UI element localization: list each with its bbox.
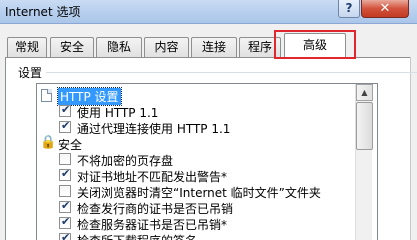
tree-item-proxy-http11[interactable]: ✔ 通过代理连接使用 HTTP 1.1 [37,119,357,136]
tab-general[interactable]: 常规 [7,37,47,57]
vertical-scrollbar[interactable]: ▲ [355,84,373,240]
checkbox-publisher-revocation[interactable]: ✔ [59,199,71,213]
check-icon: ✔ [61,119,71,132]
checkbox-cert-mismatch[interactable]: ✔ [59,167,71,181]
checkbox-use-http11[interactable]: ✔ [59,103,71,117]
tree-category-http[interactable]: HTTP 设置 [37,87,357,106]
tab-security[interactable]: 安全 [50,37,94,57]
tree-item-publisher-revocation[interactable]: ✔ 检查发行商的证书是否已吊销 [37,199,357,216]
settings-tree[interactable]: HTTP 设置 ✔ 使用 HTTP 1.1 ✔ 通过代理连接使用 HTTP 1.… [36,83,378,240]
page-icon [41,89,52,102]
tab-privacy[interactable]: 隐私 [96,37,142,57]
check-icon: ✔ [61,103,71,116]
tab-connections[interactable]: 连接 [191,37,237,57]
check-icon: ✔ [61,199,71,212]
help-button[interactable]: ? [338,0,360,18]
title-bar: Internet 选项 ? ✕ [0,0,417,24]
check-icon: ✔ [61,231,71,240]
checkbox-server-revocation[interactable]: ✔ [59,215,71,229]
tree-item-clear-temp-files[interactable]: 关闭浏览器时清空“Internet 临时文件”文件夹 [37,183,357,200]
scroll-thumb[interactable] [356,102,373,150]
window-title: Internet 选项 [5,5,81,19]
checkbox-clear-temp-files[interactable] [59,185,71,197]
check-icon: ✔ [61,215,71,228]
dialog-edge [410,57,417,240]
group-divider [46,72,417,73]
check-icon: ✔ [61,167,71,180]
checkbox-no-save-encrypted[interactable] [59,153,71,165]
lock-icon: 🔒 [40,135,57,150]
tree-item-server-revocation[interactable]: ✔ 检查服务器证书是否已吊销* [37,215,357,232]
tree-item-use-http11[interactable]: ✔ 使用 HTTP 1.1 [37,103,357,120]
arrow-up-icon: ▲ [361,88,368,97]
tab-content[interactable]: 内容 [144,37,189,57]
tree-item-download-signature[interactable]: ✔ 检查所下载程序的签名 [37,231,357,240]
tab-highlight-box [274,30,356,59]
tree-item-cert-mismatch[interactable]: ✔ 对证书地址不匹配发出警告* [37,167,357,184]
scroll-up-button[interactable]: ▲ [356,84,373,101]
tree-category-security[interactable]: 🔒 安全 [37,135,357,152]
checkbox-proxy-http11[interactable]: ✔ [59,119,71,133]
tree-item-no-save-encrypted[interactable]: 不将加密的页存盘 [37,151,357,168]
item-label: 检查所下载程序的签名 [77,232,197,240]
settings-group-label: 设置 [18,66,43,80]
close-button[interactable]: ✕ [361,0,409,18]
checkbox-download-signature[interactable]: ✔ [59,231,71,240]
